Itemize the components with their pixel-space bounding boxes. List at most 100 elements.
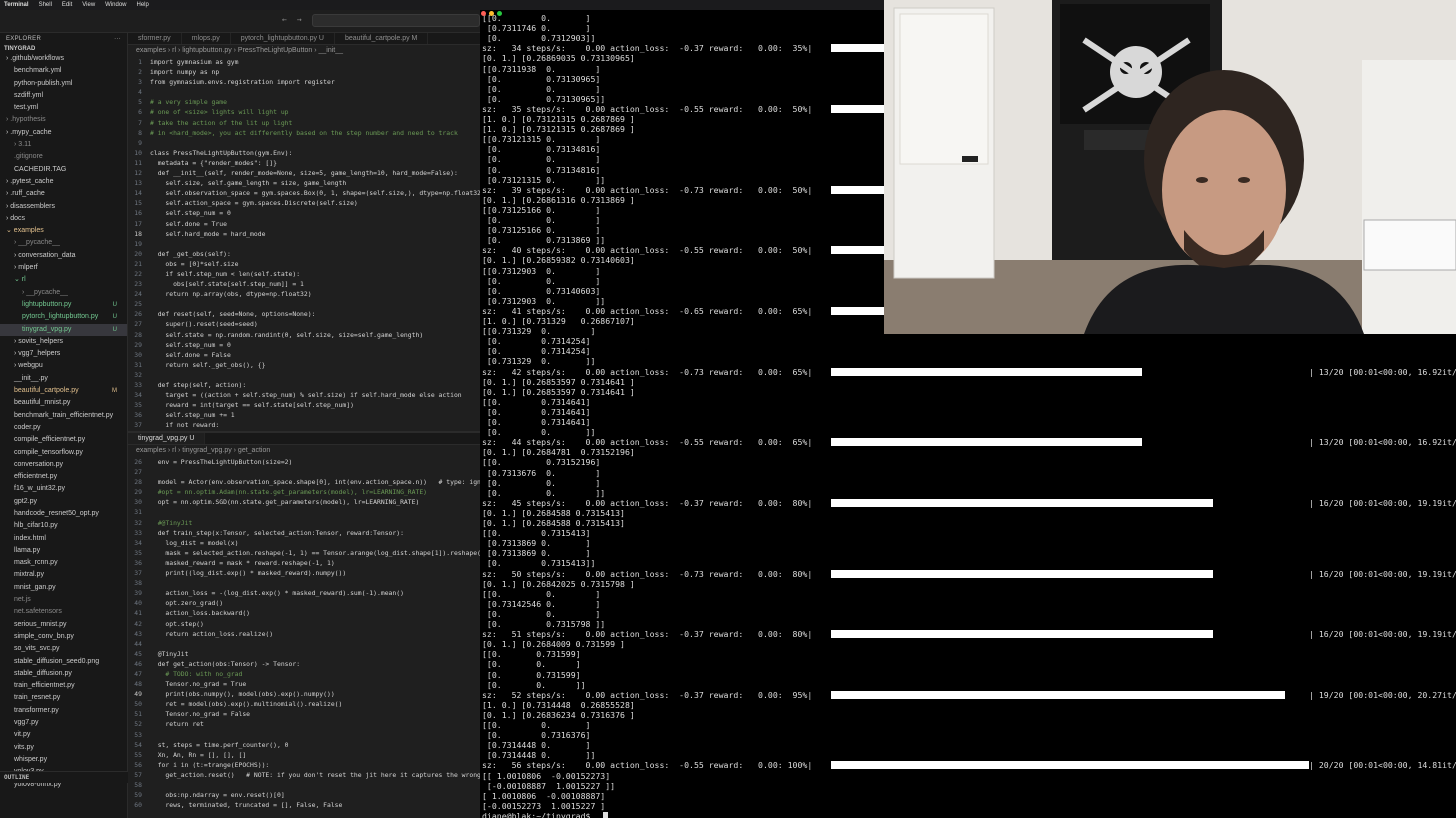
code-line[interactable]: 53 [128, 730, 480, 740]
code-line[interactable]: 50 ret = model(obs).exp().multinomial().… [128, 699, 480, 709]
code-line[interactable]: 30 opt = nn.optim.SGD(nn.state.get_param… [128, 497, 480, 507]
workspace-root[interactable]: TINYGRAD [0, 45, 127, 53]
code-line[interactable]: 2 import numpy as np [128, 67, 480, 77]
code-line[interactable]: 7 # take the action of the lit up light [128, 118, 480, 128]
code-line[interactable]: 30 self.done = False [128, 350, 480, 360]
code-line[interactable]: 59 obs:np.ndarray = env.reset()[0] [128, 790, 480, 800]
file-tree-item[interactable]: simple_conv_bn.py [0, 631, 127, 643]
file-tree-item[interactable]: beautiful_mnist.py [0, 397, 127, 409]
code-line[interactable]: 41 action_loss.backward() [128, 608, 480, 618]
breadcrumb-bottom[interactable]: examples › rl › tinygrad_vpg.py › get_ac… [128, 445, 480, 456]
file-tree-item[interactable]: vgg7.py [0, 717, 127, 729]
code-line[interactable]: 32 #@TinyJit [128, 518, 480, 528]
file-tree-item[interactable]: stable_diffusion.py [0, 668, 127, 680]
code-line[interactable]: 22 if self.step_num < len(self.state): [128, 269, 480, 279]
code-line[interactable]: 5 # a very simple game [128, 97, 480, 107]
file-tree-item[interactable]: mask_rcnn.py [0, 557, 127, 569]
code-line[interactable]: 24 return np.array(obs, dtype=np.float32… [128, 289, 480, 299]
file-tree-item[interactable]: › .mypy_cache [0, 127, 127, 139]
code-line[interactable]: 27 super().reset(seed=seed) [128, 319, 480, 329]
file-tree-item[interactable]: gpt2.py [0, 496, 127, 508]
file-tree-item[interactable]: python-publish.yml [0, 78, 127, 90]
code-line[interactable]: 46 def get_action(obs:Tensor) -> Tensor: [128, 659, 480, 669]
file-tree-item[interactable]: › conversation_data [0, 250, 127, 262]
file-tree-item[interactable]: vit.py [0, 729, 127, 741]
outline-section[interactable]: OUTLINE [0, 771, 128, 783]
menubar-item[interactable]: Window [105, 2, 126, 8]
code-line[interactable]: 33 def train_step(x:Tensor, selected_act… [128, 528, 480, 538]
file-tree-item[interactable]: › disassemblers [0, 201, 127, 213]
code-line[interactable]: 16 self.step_num = 0 [128, 208, 480, 218]
menubar-item[interactable]: Edit [62, 2, 72, 8]
code-line[interactable]: 23 obs[self.state[self.step_num]] = 1 [128, 279, 480, 289]
editor-tab[interactable]: pytorch_lightupbutton.py U [231, 33, 335, 44]
editor-tab[interactable]: sformer.py [128, 33, 182, 44]
back-arrow-icon[interactable]: ← [282, 15, 287, 24]
file-tree-item[interactable]: › __pycache__ [0, 237, 127, 249]
menubar-item[interactable]: Terminal [4, 2, 29, 8]
file-tree-item[interactable]: stable_diffusion_seed0.png [0, 656, 127, 668]
file-tree-item[interactable]: net.safetensors [0, 606, 127, 618]
code-line[interactable]: 21 obs = [0]*self.size [128, 259, 480, 269]
code-line[interactable]: 10 class PressTheLightUpButton(gym.Env): [128, 148, 480, 158]
file-tree-item[interactable]: train_resnet.py [0, 692, 127, 704]
code-line[interactable]: 8 # in <hard_mode>, you act differently b… [128, 128, 480, 138]
file-tree-item[interactable]: ⌄ rl [0, 274, 127, 286]
file-tree-item[interactable]: transformer.py [0, 705, 127, 717]
file-tree-item[interactable]: f16_w_uint32.py [0, 483, 127, 495]
code-line[interactable]: 60 rews, terminated, truncated = [], Fal… [128, 800, 480, 810]
file-tree-item[interactable]: efficientnet.py [0, 471, 127, 483]
file-tree-item[interactable]: whisper.py [0, 754, 127, 766]
file-tree-item[interactable]: train_efficientnet.py [0, 680, 127, 692]
code-line[interactable]: 19 [128, 239, 480, 249]
code-line[interactable]: 9 [128, 138, 480, 148]
code-line[interactable]: 31 return self._get_obs(), {} [128, 360, 480, 370]
breadcrumb-top[interactable]: examples › rl › lightupbutton.py › Press… [128, 45, 480, 56]
file-tree-item[interactable]: › webgpu [0, 360, 127, 372]
code-line[interactable]: 45 @TinyJit [128, 649, 480, 659]
code-line[interactable]: 56 for i in (t:=trange(EPOCHS)): [128, 760, 480, 770]
code-line[interactable]: 36 self.step_num += 1 [128, 410, 480, 420]
code-line[interactable]: 47 # TODO: with no_grad [128, 669, 480, 679]
file-tree-item[interactable]: beautiful_cartpole.py M [0, 385, 127, 397]
file-tree-item[interactable]: vits.py [0, 742, 127, 754]
code-line[interactable]: 33 def step(self, action): [128, 380, 480, 390]
file-tree-item[interactable]: .gitignore [0, 151, 127, 163]
code-line[interactable]: 32 [128, 370, 480, 380]
code-line[interactable]: 34 log_dist = model(x) [128, 538, 480, 548]
code-line[interactable]: 25 [128, 299, 480, 309]
code-line[interactable]: 35 mask = selected_action.reshape(-1, 1)… [128, 548, 480, 558]
code-line[interactable]: 14 self.observation_space = gym.spaces.B… [128, 188, 480, 198]
menubar-item[interactable]: Shell [39, 2, 52, 8]
editor-tab[interactable]: mlops.py [182, 33, 231, 44]
file-tree-item[interactable]: lightupbutton.py U [0, 299, 127, 311]
file-tree-item[interactable]: conversation.py [0, 459, 127, 471]
more-actions-icon[interactable]: ··· [114, 36, 121, 42]
file-tree-item[interactable]: compile_tensorflow.py [0, 447, 127, 459]
code-line[interactable]: 44 [128, 639, 480, 649]
code-line[interactable]: 37 print((log_dist.exp() * masked_reward… [128, 568, 480, 578]
code-line[interactable]: 12 def __init__(self, render_mode=None, … [128, 168, 480, 178]
code-line[interactable]: 11 metadata = {"render_modes": []} [128, 158, 480, 168]
file-tree-item[interactable]: szdiff.yml [0, 90, 127, 102]
code-line[interactable]: 43 return action_loss.realize() [128, 629, 480, 639]
code-line[interactable]: 1 import gymnasium as gym [128, 57, 480, 67]
code-line[interactable]: 48 Tensor.no_grad = True [128, 679, 480, 689]
minimize-window-icon[interactable] [489, 11, 494, 16]
file-tree-item[interactable]: mnist_gan.py [0, 582, 127, 594]
code-line[interactable]: 20 def _get_obs(self): [128, 249, 480, 259]
file-tree-item[interactable]: __init__.py [0, 373, 127, 385]
code-line[interactable]: 15 self.action_space = gym.spaces.Discre… [128, 198, 480, 208]
file-tree-item[interactable]: llama.py [0, 545, 127, 557]
code-line[interactable]: 51 Tensor.no_grad = False [128, 709, 480, 719]
code-line[interactable]: 35 reward = int(target == self.state[sel… [128, 400, 480, 410]
code-line[interactable]: 26 env = PressTheLightUpButton(size=2) [128, 457, 480, 467]
file-tree-item[interactable]: test.yml [0, 102, 127, 114]
file-tree-item[interactable]: › .github/workflows [0, 53, 127, 65]
code-line[interactable]: 29 #opt = nn.optim.Adam(nn.state.get_par… [128, 487, 480, 497]
zoom-window-icon[interactable] [497, 11, 502, 16]
code-area-top[interactable]: 1 import gymnasium as gym 2 import numpy as… [128, 56, 480, 430]
file-tree-item[interactable]: ⌄ examples [0, 225, 127, 237]
command-search-box[interactable] [312, 14, 480, 27]
menubar-item[interactable]: Help [137, 2, 149, 8]
